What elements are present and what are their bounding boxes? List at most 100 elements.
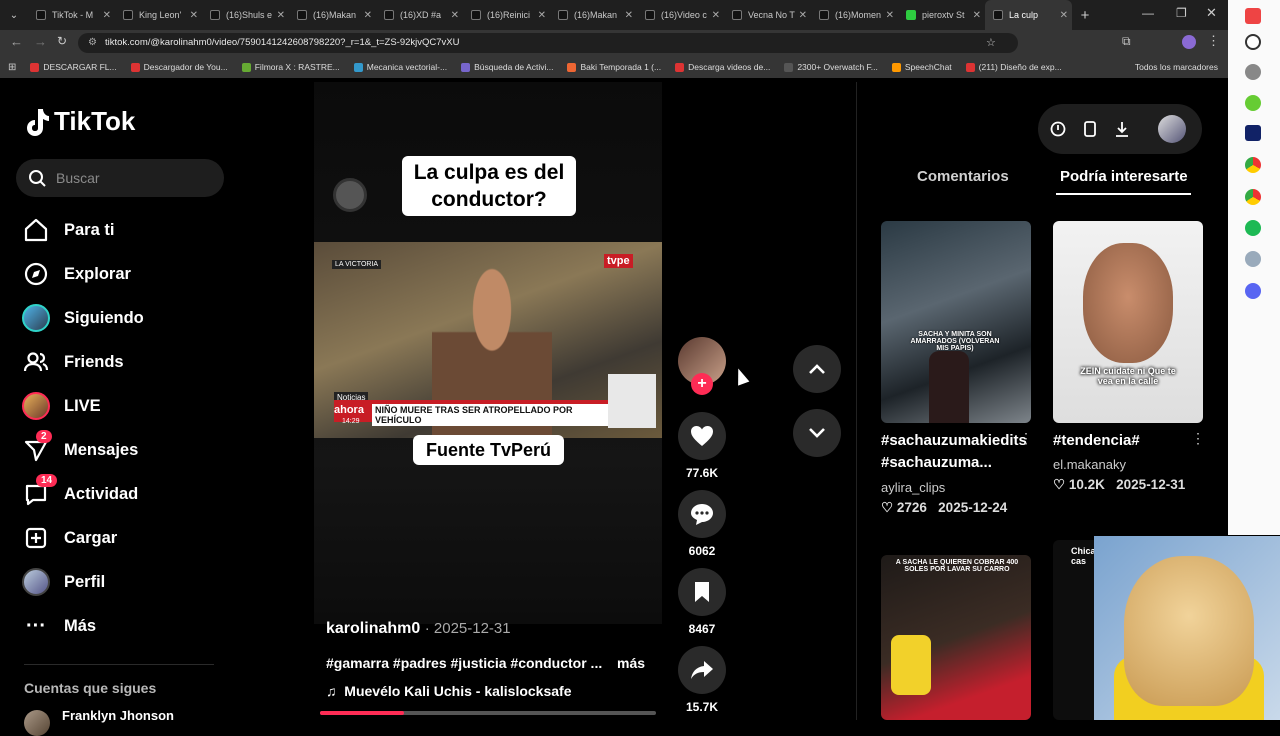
download-icon[interactable]: [1112, 119, 1132, 139]
url-input[interactable]: ⚙ tiktok.com/@karolinahm0/video/75901412…: [78, 33, 1018, 53]
coin-icon[interactable]: [1048, 119, 1068, 139]
search-icon[interactable]: [1245, 34, 1261, 50]
chrome-icon[interactable]: [1245, 157, 1261, 173]
settings-gear-icon[interactable]: [1245, 64, 1261, 80]
bookmark-item[interactable]: 2300+ Overwatch F...: [784, 62, 878, 72]
more-options-icon[interactable]: ⋮: [1019, 430, 1033, 447]
user-avatar[interactable]: [1158, 115, 1186, 143]
bookmark-item[interactable]: DESCARGAR FL...: [30, 62, 117, 72]
sidebar-item-friends[interactable]: Friends: [20, 346, 124, 378]
extensions-icon[interactable]: ⧉: [1122, 34, 1131, 49]
site-info-icon[interactable]: ⚙: [88, 33, 97, 53]
restore-icon[interactable]: ❐: [1176, 6, 1187, 20]
browser-tab[interactable]: TikTok - M ✕: [28, 0, 115, 30]
reload-icon[interactable]: ↻: [57, 34, 67, 48]
spotify-icon[interactable]: [1245, 220, 1261, 236]
discord-icon[interactable]: [1245, 283, 1261, 299]
follow-plus-icon[interactable]: +: [691, 373, 713, 395]
author-name[interactable]: karolinahm0: [326, 620, 420, 637]
like-button[interactable]: [678, 412, 726, 460]
sidebar-item-cargar[interactable]: Cargar: [20, 522, 117, 554]
tiktok-logo[interactable]: TikTok: [24, 106, 135, 137]
back-icon[interactable]: ←: [10, 34, 23, 49]
phone-icon[interactable]: [1080, 119, 1100, 139]
video-user[interactable]: el.makanaky: [1053, 457, 1126, 472]
sidebar-item-siguiendo[interactable]: Siguiendo: [20, 302, 144, 334]
sidebar-item-perfil[interactable]: Perfil: [20, 566, 105, 598]
close-icon[interactable]: ✕: [277, 10, 285, 21]
bookmark-item[interactable]: SpeechChat: [891, 62, 952, 72]
sidebar-item-para-ti[interactable]: Para ti: [20, 214, 114, 246]
music-line[interactable]: ♫ Muevélo Kali Uchis - kalislocksafe: [326, 683, 572, 699]
previous-video-button[interactable]: [793, 345, 841, 393]
see-more-button[interactable]: más: [617, 655, 645, 671]
pen-icon[interactable]: [1245, 251, 1261, 267]
video-user[interactable]: aylira_clips: [881, 480, 945, 495]
browser-tab-active[interactable]: La culp ✕: [985, 0, 1072, 30]
video-hashtags[interactable]: #gamarra #padres #justicia #conductor ..…: [326, 655, 602, 671]
forward-icon[interactable]: →: [34, 34, 47, 49]
browser-tab[interactable]: (16)Video c ✕: [637, 0, 724, 30]
close-icon[interactable]: ✕: [538, 10, 546, 21]
apps-icon[interactable]: ⊞: [8, 62, 16, 73]
video-title[interactable]: #tendencia#: [1053, 430, 1193, 452]
browser-tab[interactable]: (16)XD #a ✕: [376, 0, 463, 30]
tab-search-icon[interactable]: ⌄: [0, 10, 28, 21]
avatar[interactable]: [24, 710, 50, 736]
video-title[interactable]: #sachauzumakiedits #sachauzuma...: [881, 430, 1027, 474]
close-icon[interactable]: ✕: [886, 10, 894, 21]
close-icon[interactable]: ✕: [1060, 10, 1068, 21]
video-thumbnail[interactable]: SACHA Y MINITA SON AMARRADOS (VOLVERAN M…: [881, 221, 1031, 423]
tab-podria-interesarte[interactable]: Podría interesarte: [1060, 168, 1188, 185]
browser-tab[interactable]: Vecna No T ✕: [724, 0, 811, 30]
gmail-icon[interactable]: [1245, 8, 1261, 24]
browser-tab[interactable]: (16)Makan ✕: [289, 0, 376, 30]
close-icon[interactable]: ✕: [799, 10, 807, 21]
sidebar-item-live[interactable]: LIVE: [20, 390, 101, 422]
profile-icon[interactable]: [1182, 35, 1196, 49]
bookmark-item[interactable]: Descargador de You...: [130, 62, 228, 72]
browser-tab[interactable]: King Leon' ✕: [115, 0, 202, 30]
close-icon[interactable]: ✕: [451, 10, 459, 21]
extension-u-icon[interactable]: [1245, 125, 1261, 141]
bookmark-item[interactable]: Mecanica vectorial-...: [353, 62, 447, 72]
chrome-icon[interactable]: [1245, 189, 1261, 205]
close-icon[interactable]: ✕: [973, 10, 981, 21]
bookmark-item[interactable]: Búsqueda de Activi...: [461, 62, 553, 72]
video-progress-bar[interactable]: [320, 711, 656, 715]
bookmark-item[interactable]: Descarga videos de...: [675, 62, 770, 72]
browser-tab[interactable]: (16)Reinici ✕: [463, 0, 550, 30]
share-button[interactable]: [678, 646, 726, 694]
extension-icon[interactable]: [1245, 95, 1261, 111]
next-video-button[interactable]: [793, 409, 841, 457]
close-icon[interactable]: ✕: [625, 10, 633, 21]
close-icon[interactable]: ✕: [103, 10, 111, 21]
video-thumbnail[interactable]: ZEIN cuidate ni Que te vea en la calle: [1053, 221, 1203, 423]
save-button[interactable]: [678, 568, 726, 616]
video-thumbnail[interactable]: A SACHA LE QUIEREN COBRAR 400 SOLES POR …: [881, 555, 1031, 720]
bookmark-item[interactable]: (211) Diseño de exp...: [965, 62, 1062, 72]
window-close-icon[interactable]: ✕: [1206, 5, 1217, 21]
minimize-icon[interactable]: —: [1142, 6, 1154, 20]
more-options-icon[interactable]: ⋮: [1191, 430, 1205, 447]
bookmark-star-icon[interactable]: ☆: [986, 33, 996, 53]
new-tab-icon[interactable]: +: [1072, 7, 1098, 24]
all-bookmarks[interactable]: Todos los marcadores: [1135, 62, 1218, 72]
browser-tab[interactable]: (16)Momen ✕: [811, 0, 898, 30]
bookmark-item[interactable]: Baki Temporada 1 (...: [567, 62, 661, 72]
sidebar-item-actividad[interactable]: 14 Actividad: [20, 474, 138, 510]
sidebar-item-mas[interactable]: ··· Más: [20, 610, 96, 642]
tab-comentarios[interactable]: Comentarios: [917, 168, 1009, 185]
browser-tab[interactable]: (16)Makan ✕: [550, 0, 637, 30]
sidebar-item-mensajes[interactable]: 2 Mensajes: [20, 430, 138, 466]
following-account-name[interactable]: Franklyn Jhonson: [62, 708, 174, 723]
search-input[interactable]: Buscar: [16, 159, 224, 197]
bookmark-item[interactable]: Filmora X : RASTRE...: [241, 62, 340, 72]
browser-tab[interactable]: pieroxtv St ✕: [898, 0, 985, 30]
sidebar-item-explorar[interactable]: Explorar: [20, 258, 131, 290]
browser-tab[interactable]: (16)Shuls e ✕: [202, 0, 289, 30]
close-icon[interactable]: ✕: [190, 10, 198, 21]
menu-icon[interactable]: ⋮: [1207, 33, 1220, 49]
comment-button[interactable]: [678, 490, 726, 538]
close-icon[interactable]: ✕: [364, 10, 372, 21]
